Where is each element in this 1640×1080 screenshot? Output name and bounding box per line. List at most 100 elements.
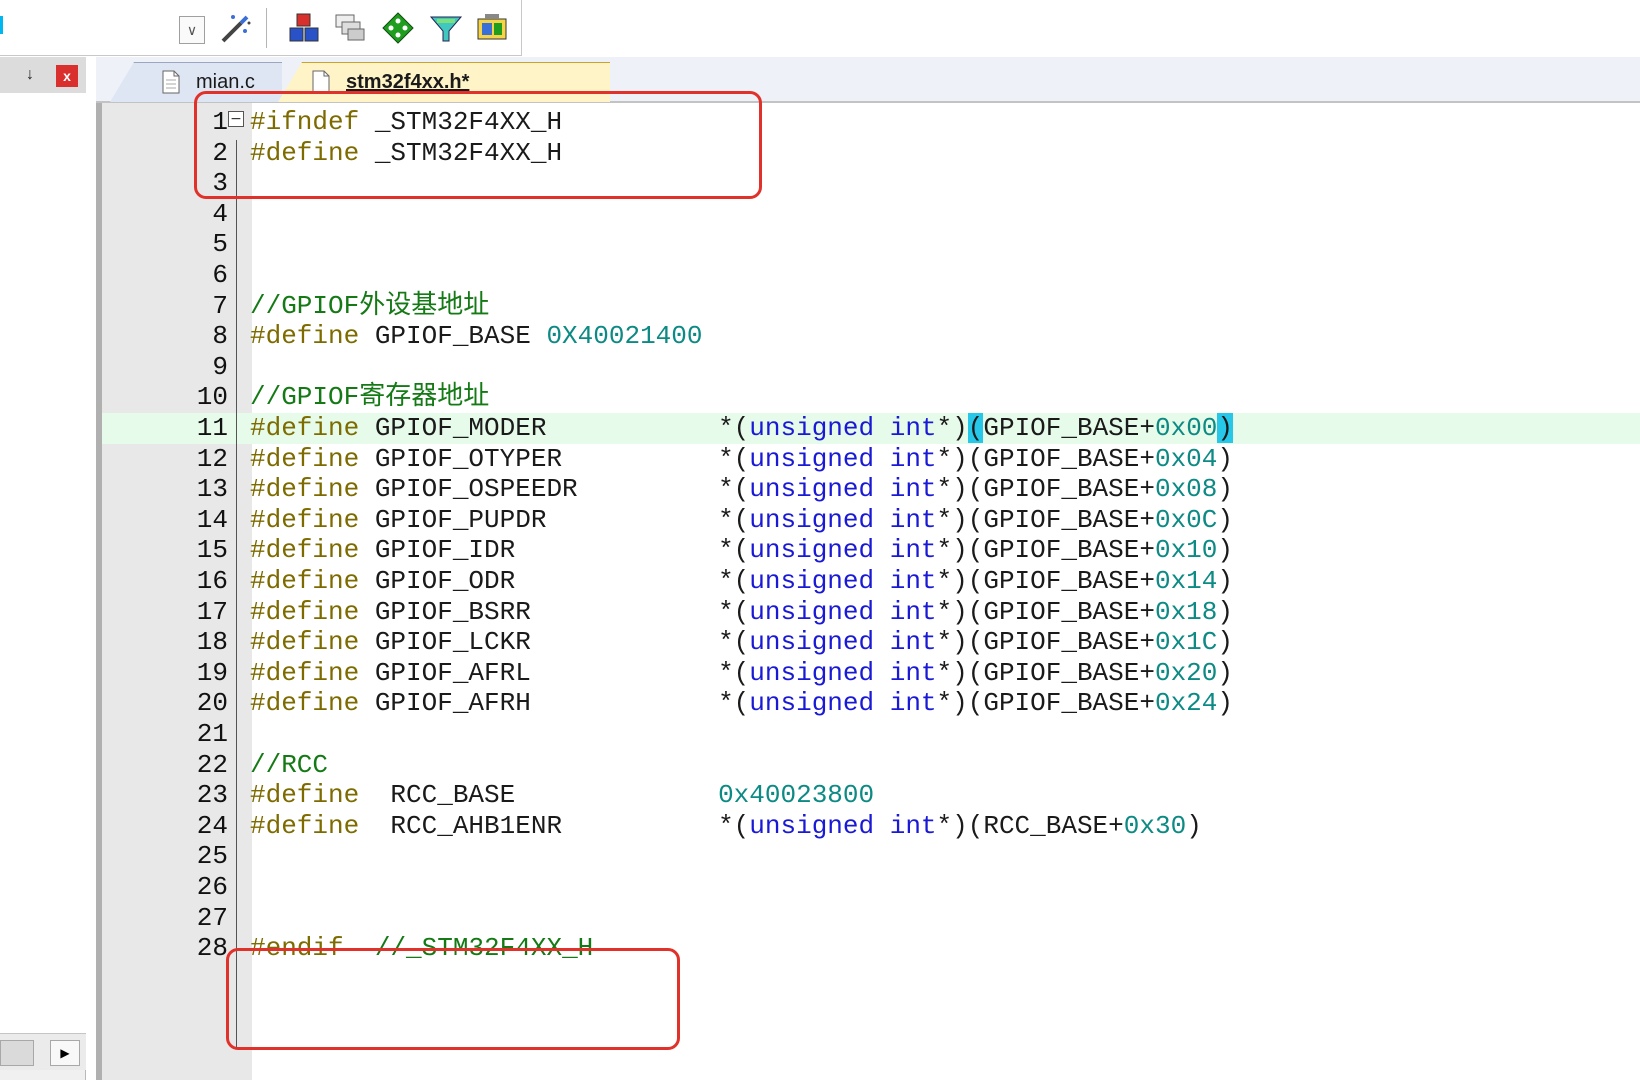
code-token: *)(GPIOF_BASE+ — [936, 566, 1155, 596]
code-token: 0X40021400 — [546, 321, 703, 352]
code-token: 0x0C — [1154, 504, 1218, 535]
funnel-icon[interactable] — [426, 8, 466, 48]
code-token: #define — [250, 566, 360, 596]
code-token: //GPIOF寄存器地址 — [250, 382, 490, 413]
code-token: ) — [1217, 657, 1233, 688]
code-line[interactable]: 15 #define GPIOF_IDR *(unsigned int*)(GPI… — [102, 535, 1640, 566]
code-token: ) — [1186, 810, 1202, 841]
code-token: unsigned int — [749, 657, 937, 688]
code-text: //GPIOF外设基地址 — [250, 291, 489, 322]
code-token: 0x20 — [1154, 657, 1218, 688]
blocks-icon[interactable] — [284, 8, 324, 48]
code-line[interactable]: 22 //RCC — [102, 750, 1640, 781]
code-text: #define GPIOF_BASE 0X40021400 — [250, 321, 702, 352]
device-icon[interactable] — [472, 8, 512, 48]
code-token: #define — [250, 535, 360, 566]
code-line[interactable]: 20 #define GPIOF_AFRH *(unsigned int*)(GP… — [102, 688, 1640, 719]
code-line[interactable]: 16 #define GPIOF_ODR *(unsigned int*)(GPI… — [102, 566, 1640, 597]
panel-header: ↓ x — [0, 57, 86, 93]
line-number: 14 — [196, 504, 228, 535]
code-line[interactable]: 19 #define GPIOF_AFRL *(unsigned int*)(GP… — [102, 658, 1640, 689]
code-line[interactable]: 13 #define GPIOF_OSPEEDR *(unsigned int*)… — [102, 474, 1640, 505]
code-line[interactable]: 14 #define GPIOF_PUPDR *(unsigned int*)(G… — [102, 505, 1640, 536]
code-token: #define — [250, 443, 360, 474]
code-line[interactable]: 24 #define RCC_AHB1ENR *(unsigned int*)(R… — [102, 811, 1640, 842]
code-token: *)(GPIOF_BASE+ — [936, 443, 1155, 474]
line-number: 23 — [196, 780, 228, 811]
code-token: unsigned int — [749, 443, 937, 474]
code-line[interactable]: 6 — [102, 260, 1640, 291]
code-token: *)(GPIOF_BASE+ — [936, 627, 1155, 658]
diamond-icon[interactable] — [378, 8, 418, 48]
line-number: 27 — [196, 902, 228, 933]
code-line[interactable]: 25 — [102, 841, 1640, 872]
code-line[interactable]: 23 #define RCC_BASE 0x40023800 — [102, 780, 1640, 811]
code-text: #define GPIOF_AFRH *(unsigned int*)(GPIO… — [250, 688, 1233, 719]
code-line[interactable]: 21 — [102, 719, 1640, 750]
project-panel: ↓ x ▶ — [0, 57, 86, 1080]
code-line[interactable]: 27 — [102, 903, 1640, 934]
code-token: ) — [1217, 596, 1233, 627]
panel-body — [0, 93, 86, 1033]
code-line[interactable]: 7 //GPIOF外设基地址 — [102, 291, 1640, 322]
code-line[interactable]: 12 #define GPIOF_OTYPER *(unsigned int*)(… — [102, 444, 1640, 475]
code-line[interactable]: 17 #define GPIOF_BSRR *(unsigned int*)(GP… — [102, 597, 1640, 628]
close-icon[interactable]: x — [56, 65, 78, 87]
code-token: //RCC — [250, 749, 329, 780]
code-text: #define GPIOF_OTYPER *(unsigned int*)(GP… — [250, 444, 1233, 475]
code-text: #define GPIOF_OSPEEDR *(unsigned int*)(G… — [250, 474, 1233, 505]
code-token: *) — [936, 413, 968, 443]
code-token: GPIOF_BSRR *( — [359, 596, 750, 627]
code-editor[interactable]: 1 #ifndef _STM32F4XX_H 2 #define _STM32F4XX… — [96, 103, 1640, 1080]
code-token: GPIOF_BASE+ — [983, 413, 1155, 443]
code-line[interactable]: 9 — [102, 352, 1640, 383]
code-token: 0x30 — [1123, 810, 1187, 841]
code-line[interactable]: 4 — [102, 199, 1640, 230]
toolbar-separator — [266, 8, 267, 48]
code-token: unsigned int — [749, 810, 937, 841]
code-token: ) — [1217, 474, 1233, 505]
target-dropdown[interactable]: ∨ — [179, 16, 205, 44]
code-token: #define — [250, 413, 360, 443]
code-token: unsigned int — [749, 688, 937, 719]
code-token: *)(GPIOF_BASE+ — [936, 657, 1155, 688]
line-number: 19 — [196, 657, 228, 688]
code-token: ) — [1217, 627, 1233, 658]
pin-icon[interactable]: ↓ — [20, 65, 40, 85]
code-token: GPIOF_BASE — [359, 321, 547, 352]
toolbar: ∨ — [0, 0, 522, 56]
scrollbar-thumb[interactable] — [0, 1040, 34, 1066]
code-token: 0x1C — [1154, 627, 1218, 658]
line-number: 8 — [212, 321, 228, 352]
line-number: 12 — [196, 443, 228, 474]
code-token: GPIOF_PUPDR *( — [359, 504, 750, 535]
code-token: *)(GPIOF_BASE+ — [936, 474, 1155, 505]
code-token: #define — [250, 627, 360, 658]
code-token: 0x08 — [1154, 474, 1218, 505]
code-token: GPIOF_OTYPER *( — [359, 443, 750, 474]
code-token: 0x40023800 — [718, 780, 875, 811]
code-line[interactable]: 18 #define GPIOF_LCKR *(unsigned int*)(GP… — [102, 627, 1640, 658]
code-token: *)(GPIOF_BASE+ — [936, 596, 1155, 627]
code-token: *)(GPIOF_BASE+ — [936, 504, 1155, 535]
code-line[interactable]: 5 — [102, 229, 1640, 260]
code-line[interactable]: 26 — [102, 872, 1640, 903]
horizontal-scrollbar[interactable]: ▶ — [0, 1033, 86, 1070]
code-token: GPIOF_LCKR *( — [359, 627, 750, 658]
code-token: RCC_BASE — [359, 780, 719, 811]
annotation-box-endif — [226, 948, 680, 1050]
code-text: #define RCC_AHB1ENR *(unsigned int*)(RCC… — [250, 811, 1202, 842]
magic-wand-icon[interactable] — [216, 8, 256, 48]
code-token: #define — [250, 810, 360, 841]
code-line[interactable]: 8 #define GPIOF_BASE 0X40021400 — [102, 321, 1640, 352]
code-token: unsigned int — [749, 535, 937, 566]
code-line[interactable]: 11 #define GPIOF_MODER *(unsigned int*)(G… — [102, 413, 1640, 444]
code-token: #define — [250, 504, 360, 535]
scroll-right-icon[interactable]: ▶ — [50, 1040, 80, 1066]
line-number: 26 — [196, 872, 228, 902]
code-token: *)(GPIOF_BASE+ — [936, 535, 1155, 566]
code-line[interactable]: 10 //GPIOF寄存器地址 — [102, 382, 1640, 413]
windows-icon[interactable] — [330, 8, 370, 48]
code-token: //GPIOF外设基地址 — [250, 290, 490, 321]
code-token: 0x14 — [1154, 566, 1218, 596]
